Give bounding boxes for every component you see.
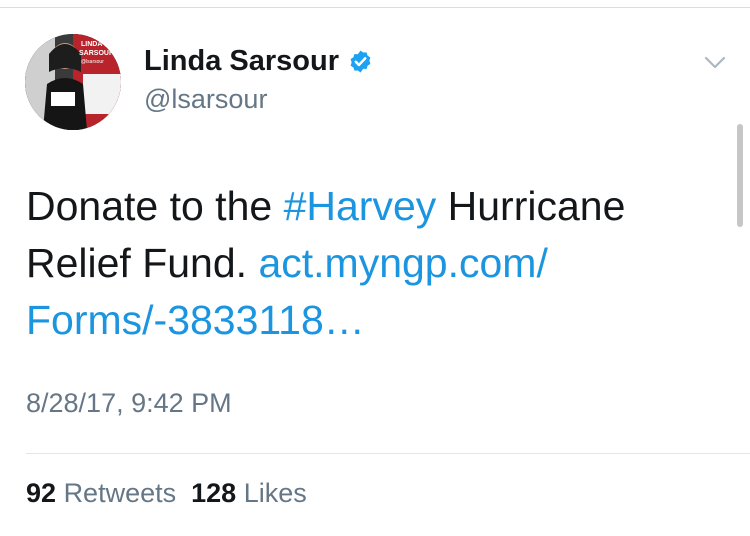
badge-line1: LINDA [81,41,102,48]
divider [26,453,750,454]
tweet-timestamp[interactable]: 8/28/17, 9:42 PM [26,388,232,419]
likes-stat[interactable]: 128 Likes [191,478,307,508]
badge-line3: @lsarsour [81,59,104,65]
scrollbar-thumb[interactable] [737,124,743,227]
tweet-text-before: Donate to the [26,183,284,229]
author-name-row[interactable]: Linda Sarsour [144,45,373,78]
badge-line2: SARSOUR [79,50,114,57]
engagement-stats: 92 Retweets 128 Likes [26,478,307,509]
author-handle[interactable]: @lsarsour [144,84,267,115]
retweet-count: 92 [26,478,57,508]
retweet-label: Retweets [63,478,177,508]
like-label: Likes [243,478,307,508]
retweets-stat[interactable]: 92 Retweets [26,478,176,508]
chevron-down-icon[interactable] [700,52,730,74]
verified-badge-icon [350,50,371,73]
hashtag-link[interactable]: #Harvey [284,183,437,229]
tweet-text: Donate to the #Harvey Hurricane Relief F… [26,178,706,349]
author-name[interactable]: Linda Sarsour [144,45,339,78]
top-border [0,0,750,8]
like-count: 128 [191,478,237,508]
avatar[interactable]: LINDA SARSOUR @lsarsour [25,34,121,130]
